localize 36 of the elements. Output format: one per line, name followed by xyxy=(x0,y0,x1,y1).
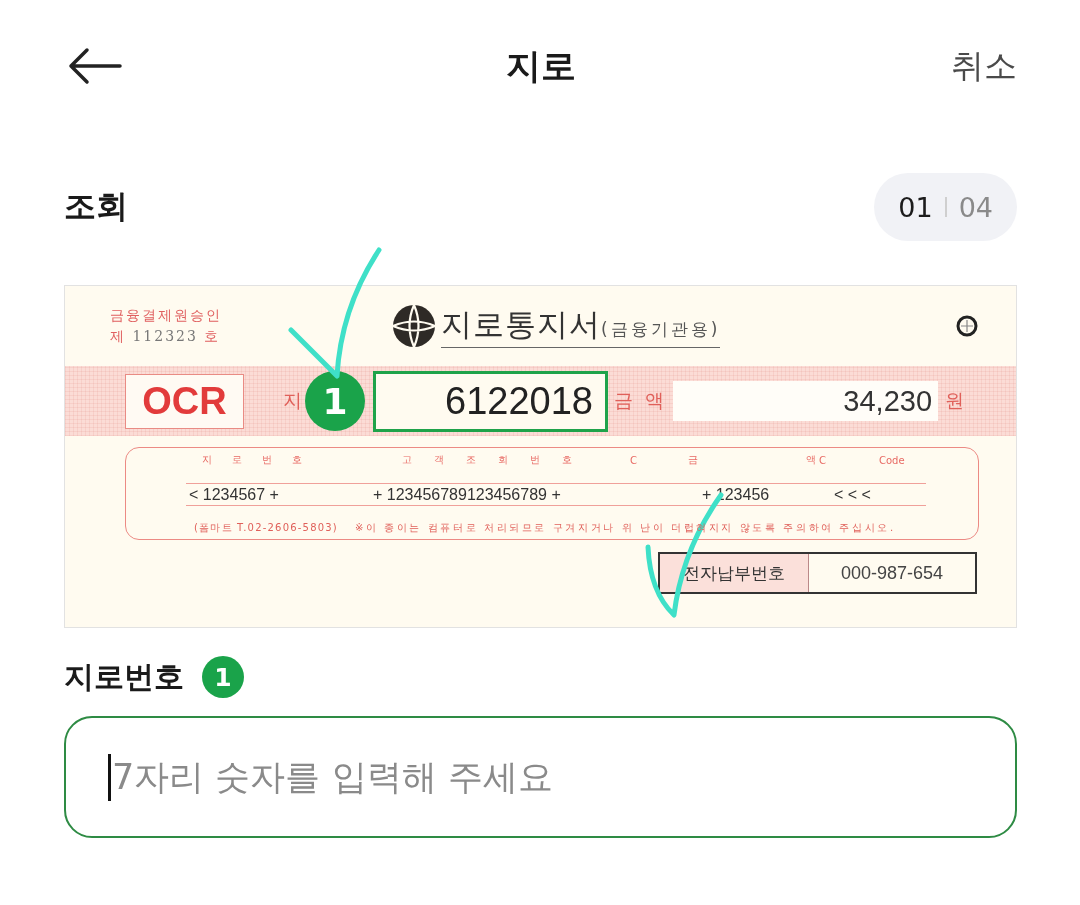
step-badge: 1 xyxy=(305,371,365,431)
payment-number-label: 전자납부번호 xyxy=(660,554,809,592)
giro-number-input[interactable]: 7자리 숫자를 입력해 주세요 xyxy=(64,716,1017,838)
slip-title: 지로통지서 xyxy=(441,305,601,344)
printer-contact: (폼마트 T.02-2606-5803) xyxy=(194,521,338,535)
round-emblem-icon xyxy=(392,304,436,348)
currency-label: 원 xyxy=(945,388,968,413)
ocr-label: OCR xyxy=(125,373,244,429)
arrow-left-icon xyxy=(68,47,122,85)
slip-subtitle: (금융기관용) xyxy=(601,318,721,341)
approval-text: 금융결제원승인 xyxy=(110,306,222,325)
amount-label: 금 액 xyxy=(614,388,668,413)
giro-label: 지 xyxy=(283,388,305,413)
amount-box: 34,230 xyxy=(673,381,939,421)
code-heading: 지 로 번 호 xyxy=(202,453,302,467)
code-value: + 123456 xyxy=(701,485,771,504)
field-label: 지로번호 xyxy=(64,657,184,696)
code-heading: C xyxy=(630,454,637,466)
giro-number-box: 6122018 xyxy=(373,370,608,432)
section-title: 조회 xyxy=(64,186,128,227)
crosshair-circle-icon xyxy=(956,315,978,337)
back-button[interactable] xyxy=(68,47,122,85)
code-heading: 고 객 조 회 번 호 xyxy=(402,453,572,467)
screen-title: 지로 xyxy=(505,44,576,88)
code-heading: 금 액 xyxy=(688,453,816,467)
cancel-button[interactable]: 취소 xyxy=(951,43,1017,89)
code-heading: Code xyxy=(879,454,905,466)
step-badge: 1 xyxy=(202,656,244,698)
payment-number: 000-987-654 xyxy=(839,561,945,585)
current-page: 01 xyxy=(898,191,933,223)
code-heading: C xyxy=(819,454,826,466)
code-value: + 123456789123456789 + xyxy=(372,485,562,504)
code-value: < < < xyxy=(833,485,872,504)
total-pages: 04 xyxy=(958,191,993,223)
approval-number: 제 112323 호 xyxy=(110,327,221,346)
code-value: < 1234567 + xyxy=(188,485,280,504)
